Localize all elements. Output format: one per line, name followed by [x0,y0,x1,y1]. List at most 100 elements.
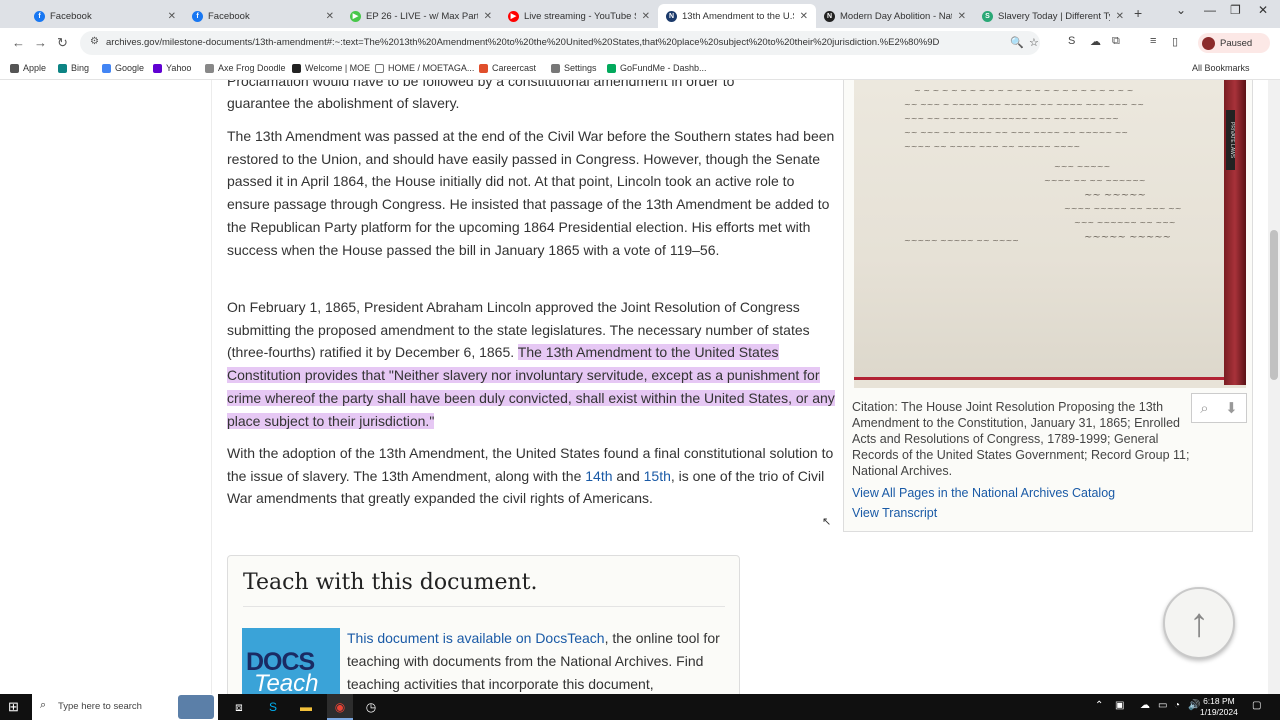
volume-icon[interactable]: 🔊 [1188,700,1200,711]
gofundme-icon [607,63,616,73]
docsteach-logo[interactable]: DOCS Teach [242,628,340,694]
close-tab-icon[interactable]: ✕ [326,11,334,22]
bookmark-star-icon[interactable]: ☆ [1029,36,1039,49]
national-archives-icon: N [666,10,677,22]
link-view-all-pages[interactable]: View All Pages in the National Archives … [852,483,1115,503]
close-window-icon[interactable]: ✕ [1258,3,1268,17]
file-explorer-icon[interactable]: ▬ [297,698,315,716]
download-icon[interactable]: ⬇ [1225,399,1238,417]
document-sidebar: ~ ~ ~ ~ ~ ~ ~ ~ ~ ~ ~ ~ ~ ~ ~ ~ ~ ~ ~ ~ … [843,80,1253,532]
extension-s-icon[interactable]: S [1068,35,1075,47]
new-tab-icon[interactable]: + [1134,5,1142,21]
image-tools: ⌕ ⬇ [1191,393,1247,423]
minimize-icon[interactable]: — [1204,3,1216,17]
skype-icon[interactable]: S [264,698,282,716]
extension-cloud-icon[interactable]: ☁ [1090,35,1101,48]
bookmark-label: Careercast [492,63,537,73]
chrome-icon[interactable]: ◉ [327,694,353,720]
close-tab-icon[interactable]: ✕ [800,11,808,22]
zoom-icon[interactable]: 🔍 [1010,36,1024,49]
close-tab-icon[interactable]: ✕ [484,11,492,22]
bookmark-apple[interactable]: Apple [10,63,46,73]
reload-icon[interactable]: ↻ [57,35,68,51]
document-scan-image[interactable]: ~ ~ ~ ~ ~ ~ ~ ~ ~ ~ ~ ~ ~ ~ ~ ~ ~ ~ ~ ~ … [854,80,1246,388]
bookmark-settings[interactable]: Settings [551,63,597,73]
close-tab-icon[interactable]: ✕ [1116,11,1124,22]
paragraph-1: The 13th Amendment was passed at the end… [227,128,835,258]
bookmark-gofundme[interactable]: GoFundMe - Dashb... [607,63,707,73]
bookmark-home-moetaga[interactable]: HOME / MOETAGA... [375,63,474,73]
search-highlight-image [178,695,214,719]
tab-title: Live streaming - YouTube Studi [524,10,636,22]
side-panel-icon[interactable]: ▯ [1172,35,1178,48]
wifi-icon[interactable]: ◔ [1174,700,1180,711]
bookmark-label: GoFundMe - Dashb... [620,63,707,73]
tray-up-icon[interactable]: ⌃ [1095,700,1103,711]
address-bar[interactable]: ⚙ archives.gov/milestone-documents/13th-… [80,31,1040,55]
back-icon[interactable]: ← [12,35,25,50]
page-scrollbar[interactable] [1268,80,1280,694]
facebook-icon: f [192,10,203,22]
close-tab-icon[interactable]: ✕ [642,11,650,22]
clock-app-icon[interactable]: ◷ [362,698,380,716]
forward-icon[interactable]: → [34,35,47,50]
zoom-icon[interactable]: ⌕ [1200,400,1208,417]
link-15th-amendment[interactable]: 15th [644,468,671,484]
paragraph-3-text: and [612,467,644,484]
page-content: Proclamation would have to be followed b… [0,80,1268,694]
url-text[interactable]: archives.gov/milestone-documents/13th-am… [106,37,996,48]
paragraph-0: guarantee the abolishment of slavery. [227,95,460,111]
windows-start-icon[interactable]: ⊞ [8,699,19,715]
tab-title: Slavery Today | Different Types [998,10,1110,22]
tab-strip: f Facebook ✕ f Facebook ✕ ▶ EP 26 - LIVE… [0,0,1280,28]
tab-title: 13th Amendment to the U.S. C [682,10,794,22]
tab-modern-day-abolition[interactable]: N Modern Day Abolition - Nation ✕ [816,4,974,28]
tab-facebook-2[interactable]: f Facebook ✕ [184,4,342,28]
battery-icon[interactable]: ▭ [1158,700,1167,711]
tab-13th-amendment[interactable]: N 13th Amendment to the U.S. C ✕ [658,4,816,28]
reading-list-icon[interactable]: ≡ [1150,35,1156,47]
link-docsteach[interactable]: This document is available on DocsTeach [347,630,605,646]
teach-description: This document is available on DocsTeach,… [347,627,732,694]
site-info-icon[interactable]: ⚙ [90,36,99,47]
maximize-icon[interactable]: ❐ [1230,3,1241,17]
task-view-icon[interactable]: ⧈ [230,698,248,716]
all-bookmarks-button[interactable]: All Bookmarks [1192,63,1250,73]
bookmark-label: Settings [564,63,597,73]
private-laws-tab: PRIVATE LAWS [1226,110,1235,170]
tab-podcast[interactable]: ▶ EP 26 - LIVE - w/ Max Parthas – ✕ [342,4,500,28]
profile-label: Paused [1220,37,1253,49]
close-tab-icon[interactable]: ✕ [958,11,966,22]
tray-app-icon[interactable]: ▣ [1115,700,1124,711]
tab-facebook-1[interactable]: f Facebook ✕ [26,4,184,28]
clock-time: 6:18 PM [1203,696,1235,706]
link-14th-amendment[interactable]: 14th [585,468,612,484]
close-tab-icon[interactable]: ✕ [168,11,176,22]
tab-search-icon[interactable]: ⌄ [1176,3,1186,17]
notifications-icon[interactable]: ▢ [1252,700,1261,711]
bookmark-yahoo[interactable]: Yahoo [153,63,191,73]
mouse-cursor-icon: ↖ [822,516,832,528]
link-view-transcript[interactable]: View Transcript [852,503,1115,523]
folder-icon [375,63,384,73]
bookmark-careercast[interactable]: Careercast [479,63,536,73]
bookmark-bing[interactable]: Bing [58,63,89,73]
profile-button[interactable]: Paused [1198,33,1270,53]
taskbar-search[interactable]: ⌕ Type here to search [32,694,218,720]
s-icon: S [982,10,993,22]
search-icon: ⌕ [40,699,47,711]
scrollbar-thumb[interactable] [1270,230,1278,380]
tab-youtube-studio[interactable]: ▶ Live streaming - YouTube Studi ✕ [500,4,658,28]
tab-title: Modern Day Abolition - Nation [840,10,952,22]
bookmark-label: Google [115,63,145,73]
extensions-puzzle-icon[interactable]: ⧉ [1112,35,1120,48]
tab-slavery-today[interactable]: S Slavery Today | Different Types ✕ [974,4,1132,28]
taskbar-clock[interactable]: 6:18 PM 1/19/2024 [1200,696,1238,718]
play-icon: ▶ [350,10,361,22]
bookmark-axe-frog[interactable]: Axe Frog Doodle [205,63,286,73]
back-to-top-button[interactable]: ↑ [1163,587,1235,659]
bookmark-google[interactable]: Google [102,63,144,73]
cloud-icon[interactable]: ☁ [1140,700,1150,711]
moe-icon [292,63,301,73]
bookmark-welcome-moe[interactable]: Welcome | MOE [292,63,370,73]
